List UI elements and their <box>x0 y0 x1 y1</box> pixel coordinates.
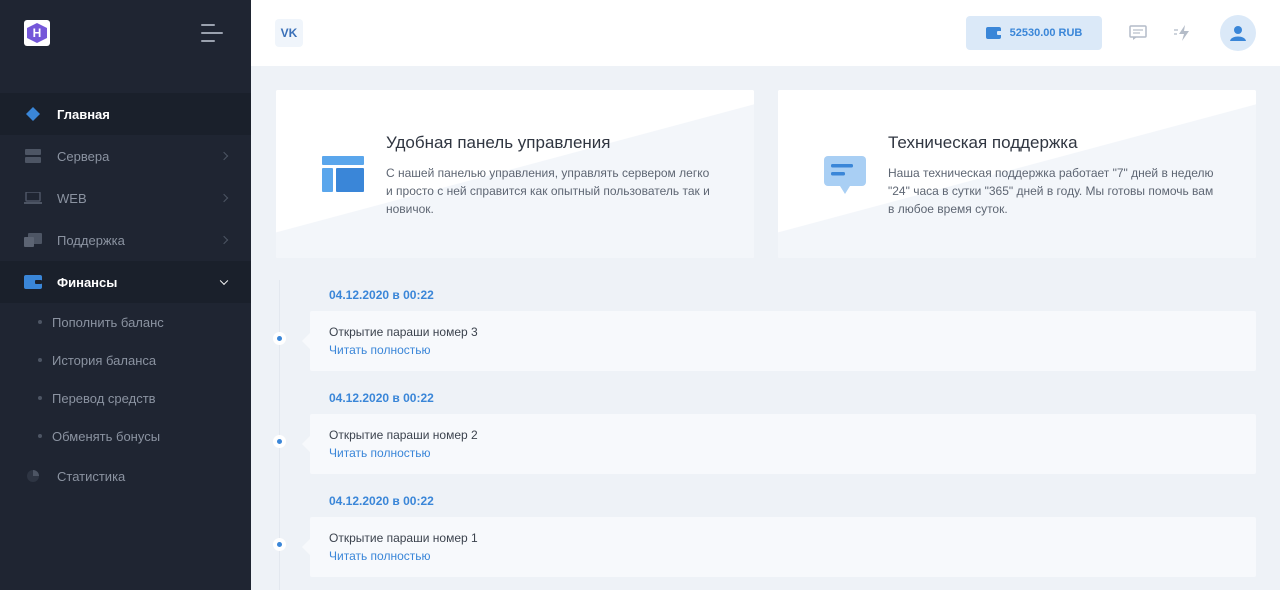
sidebar-item-label: Финансы <box>57 274 118 290</box>
finance-submenu: Пополнить баланс История баланса Перевод… <box>0 303 251 455</box>
lightning-icon[interactable] <box>1174 23 1194 43</box>
menu-toggle-icon[interactable] <box>201 24 223 42</box>
timeline-dot-icon <box>273 538 286 551</box>
timeline-dot-icon <box>273 435 286 448</box>
sidebar-item-finance[interactable]: Финансы <box>0 261 251 303</box>
sidebar-item-label: Сервера <box>57 148 110 164</box>
bullet-icon <box>38 396 42 400</box>
chevron-right-icon <box>219 235 229 245</box>
diamond-icon <box>24 107 42 121</box>
user-icon <box>1230 26 1246 41</box>
vk-icon: VK <box>280 26 298 40</box>
feature-card-support: Техническая поддержка Наша техническая п… <box>778 90 1256 258</box>
bullet-icon <box>38 434 42 438</box>
topbar-right: 52530.00 RUB <box>966 15 1256 51</box>
card-title: Удобная панель управления <box>386 133 611 152</box>
sidebar-item-label: Главная <box>57 106 110 122</box>
wallet-icon <box>24 275 42 289</box>
submenu-item-label: Обменять бонусы <box>52 428 161 444</box>
news-title: Открытие параши номер 1 <box>329 531 478 545</box>
submenu-item-transfer[interactable]: Перевод средств <box>0 379 251 417</box>
news-title: Открытие параши номер 3 <box>329 325 478 339</box>
sidebar-item-servers[interactable]: Сервера <box>0 135 251 177</box>
news-title: Открытие параши номер 2 <box>329 428 478 442</box>
server-icon <box>24 149 42 163</box>
logo[interactable]: H <box>24 20 50 46</box>
layout-icon <box>322 156 364 197</box>
laptop-icon <box>24 191 42 205</box>
logo-hexagon-icon: H <box>27 23 47 43</box>
timeline-date: 04.12.2020 в 00:22 <box>329 288 434 302</box>
balance-amount: 52530.00 RUB <box>1009 27 1083 39</box>
message-icon[interactable] <box>1128 23 1148 43</box>
sidebar-item-label: Статистика <box>57 468 126 484</box>
chevron-right-icon <box>219 193 229 203</box>
chevron-right-icon <box>219 151 229 161</box>
sidebar-item-statistics[interactable]: Статистика <box>0 455 251 497</box>
read-more-link[interactable]: Читать полностью <box>329 549 431 563</box>
timeline-item: Открытие параши номер 2 Читать полностью <box>302 414 1256 474</box>
sidebar-item-home[interactable]: Главная <box>0 93 251 135</box>
vk-button[interactable]: VK <box>275 19 303 47</box>
logo-bar: H <box>0 0 251 66</box>
timeline-dot-icon <box>273 332 286 345</box>
feature-card-panel: Удобная панель управления С нашей панель… <box>276 90 754 258</box>
support-icon <box>24 233 42 247</box>
bullet-icon <box>38 358 42 362</box>
card-text: Наша техническая поддержка работает "7" … <box>888 166 1214 216</box>
timeline-date: 04.12.2020 в 00:22 <box>329 391 434 405</box>
submenu-item-bonuses[interactable]: Обменять бонусы <box>0 417 251 455</box>
bullet-icon <box>38 320 42 324</box>
sidebar-item-support[interactable]: Поддержка <box>0 219 251 261</box>
wallet-icon <box>985 27 1002 39</box>
timeline-item: Открытие параши номер 3 Читать полностью <box>302 311 1256 371</box>
sidebar-nav: Главная Сервера WEB Поддержка Финансы По… <box>0 93 251 497</box>
sidebar-item-web[interactable]: WEB <box>0 177 251 219</box>
sidebar-item-label: WEB <box>57 190 87 206</box>
submenu-item-label: Перевод средств <box>52 390 156 406</box>
timeline-item: Открытие параши номер 1 Читать полностью <box>302 517 1256 577</box>
submenu-item-topup[interactable]: Пополнить баланс <box>0 303 251 341</box>
read-more-link[interactable]: Читать полностью <box>329 343 431 357</box>
submenu-item-label: Пополнить баланс <box>52 314 164 330</box>
timeline-date: 04.12.2020 в 00:22 <box>329 494 434 508</box>
logo-letter: H <box>32 26 42 40</box>
avatar[interactable] <box>1220 15 1256 51</box>
card-title: Техническая поддержка <box>888 133 1078 152</box>
read-more-link[interactable]: Читать полностью <box>329 446 431 460</box>
pie-chart-icon <box>24 469 42 483</box>
balance-button[interactable]: 52530.00 RUB <box>966 16 1102 50</box>
topbar: VK 52530.00 RUB <box>251 0 1280 66</box>
card-text: С нашей панелью управления, управлять се… <box>386 166 710 216</box>
chevron-down-icon <box>219 276 229 286</box>
submenu-item-label: История баланса <box>52 352 157 368</box>
sidebar-item-label: Поддержка <box>57 232 125 248</box>
chat-icon <box>824 156 866 201</box>
submenu-item-history[interactable]: История баланса <box>0 341 251 379</box>
sidebar: H Главная Сервера WEB Поддержка Финансы … <box>0 0 251 590</box>
